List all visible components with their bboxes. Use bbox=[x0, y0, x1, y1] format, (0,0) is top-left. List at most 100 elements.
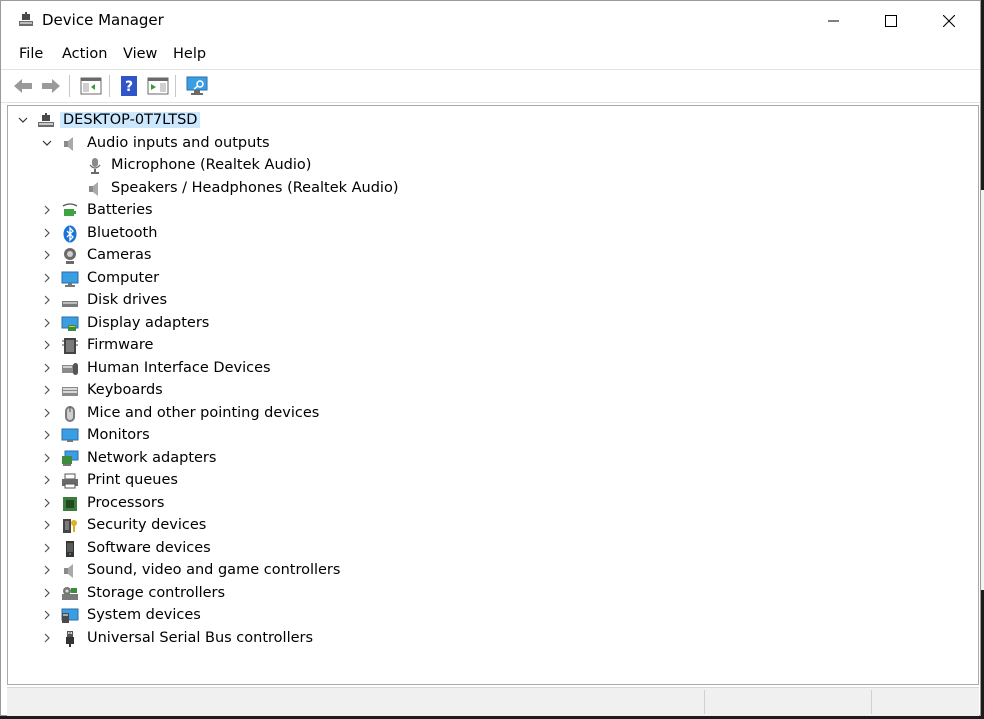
chevron-right-icon[interactable] bbox=[42, 633, 52, 643]
menu-action[interactable]: Action bbox=[62, 46, 107, 62]
forward-icon bbox=[42, 79, 60, 93]
toolbar-separator bbox=[175, 75, 176, 97]
status-divider bbox=[704, 690, 705, 714]
chevron-right-icon[interactable] bbox=[42, 295, 52, 305]
chevron-right-icon[interactable] bbox=[42, 430, 52, 440]
tree-item[interactable]: Human Interface Devices bbox=[8, 358, 978, 380]
menu-help[interactable]: Help bbox=[173, 46, 206, 62]
chevron-right-icon[interactable] bbox=[42, 205, 52, 215]
chevron-right-icon[interactable] bbox=[42, 273, 52, 283]
bluetooth-icon bbox=[63, 225, 77, 242]
chevron-right-icon[interactable] bbox=[42, 363, 52, 373]
menu-file[interactable]: File bbox=[19, 46, 43, 62]
tree-item[interactable]: Cameras bbox=[8, 245, 978, 267]
tree-item-audio[interactable]: Audio inputs and outputs bbox=[8, 133, 978, 155]
chevron-right-icon[interactable] bbox=[42, 250, 52, 260]
sound-icon bbox=[64, 564, 73, 578]
tree-item[interactable]: Bluetooth bbox=[8, 223, 978, 245]
firmware-icon bbox=[62, 338, 78, 354]
chevron-right-icon[interactable] bbox=[42, 565, 52, 575]
tree-item-label: Processors bbox=[87, 494, 165, 511]
menu-view[interactable]: View bbox=[123, 46, 157, 62]
device-manager-icon bbox=[19, 12, 33, 26]
tree-child-label: Speakers / Headphones (Realtek Audio) bbox=[111, 180, 399, 196]
tree-item[interactable]: Firmware bbox=[8, 335, 978, 357]
tree-item[interactable]: Computer bbox=[8, 268, 978, 290]
chevron-right-icon[interactable] bbox=[42, 318, 52, 328]
maximize-icon bbox=[885, 15, 897, 27]
toolbar-separator bbox=[69, 75, 70, 97]
chevron-down-icon[interactable] bbox=[42, 138, 52, 148]
tree-item[interactable]: Security devices bbox=[8, 515, 978, 537]
tree-item[interactable]: Network adapters bbox=[8, 448, 978, 470]
tree-child-label: Microphone (Realtek Audio) bbox=[111, 157, 312, 173]
chevron-right-icon[interactable] bbox=[42, 385, 52, 395]
tree-item[interactable]: Monitors bbox=[8, 425, 978, 447]
scan-hardware-button[interactable] bbox=[185, 74, 209, 98]
toolbar-separator bbox=[109, 75, 110, 97]
forward-button[interactable] bbox=[39, 74, 63, 98]
tree-item-label: Storage controllers bbox=[87, 584, 226, 601]
tree-item-label: Human Interface Devices bbox=[87, 359, 271, 376]
tree-root[interactable]: DESKTOP-0T7LTSD bbox=[8, 110, 978, 132]
chevron-right-icon[interactable] bbox=[42, 588, 52, 598]
software-device-icon bbox=[66, 540, 74, 557]
svg-text:?: ? bbox=[125, 79, 133, 95]
chevron-right-icon[interactable] bbox=[42, 228, 52, 238]
chevron-right-icon[interactable] bbox=[42, 543, 52, 553]
chevron-right-icon[interactable] bbox=[42, 408, 52, 418]
processor-icon bbox=[63, 496, 77, 511]
tree-item[interactable]: Print queues bbox=[8, 470, 978, 492]
title-bar[interactable]: Device Manager bbox=[1, 1, 980, 41]
chevron-right-icon[interactable] bbox=[42, 475, 52, 485]
hid-icon bbox=[62, 362, 78, 375]
tree-item[interactable]: Batteries bbox=[8, 200, 978, 222]
tree-item-label: Batteries bbox=[87, 202, 153, 218]
help-button[interactable]: ? bbox=[118, 74, 142, 98]
keyboard-icon bbox=[62, 387, 78, 396]
update-driver-button[interactable] bbox=[146, 74, 170, 98]
tree-item[interactable]: Processors bbox=[8, 493, 978, 515]
chevron-right-icon[interactable] bbox=[42, 340, 52, 350]
properties-icon bbox=[80, 77, 102, 95]
tree-item[interactable]: Keyboards bbox=[8, 380, 978, 402]
computer-icon bbox=[61, 271, 79, 287]
tree-item[interactable]: System devices bbox=[8, 605, 978, 627]
toolbar: ? bbox=[1, 69, 980, 103]
tree-item[interactable]: Storage controllers bbox=[8, 583, 978, 605]
tree-item[interactable]: Disk drives bbox=[8, 290, 978, 312]
tree-item-label: Display adapters bbox=[87, 314, 210, 331]
monitor-icon bbox=[61, 428, 79, 442]
computer-name[interactable]: DESKTOP-0T7LTSD bbox=[60, 112, 201, 128]
chevron-right-icon[interactable] bbox=[42, 520, 52, 530]
tree-item-label: Firmware bbox=[87, 337, 154, 353]
security-device-icon bbox=[63, 519, 77, 533]
device-tree[interactable]: DESKTOP-0T7LTSD Audio inputs and outputs… bbox=[7, 105, 979, 685]
tree-item[interactable]: Display adapters bbox=[8, 313, 978, 335]
tree-item-label: Cameras bbox=[87, 247, 152, 263]
update-driver-icon bbox=[147, 77, 169, 95]
tree-item[interactable]: Universal Serial Bus controllers bbox=[8, 628, 978, 650]
printer-icon bbox=[62, 473, 78, 489]
chevron-right-icon[interactable] bbox=[42, 498, 52, 508]
tree-item-label: Monitors bbox=[87, 427, 150, 443]
tree-item[interactable]: Mice and other pointing devices bbox=[8, 403, 978, 425]
minimize-button[interactable] bbox=[806, 1, 864, 41]
properties-button[interactable] bbox=[79, 74, 103, 98]
chevron-right-icon[interactable] bbox=[42, 610, 52, 620]
tree-item-label: Computer bbox=[87, 269, 160, 286]
tree-item[interactable]: Software devices bbox=[8, 538, 978, 560]
chevron-right-icon[interactable] bbox=[42, 453, 52, 463]
status-divider bbox=[871, 690, 872, 714]
minimize-icon bbox=[828, 20, 839, 22]
tree-child-item[interactable]: Speakers / Headphones (Realtek Audio) bbox=[8, 178, 978, 200]
tree-item-label: Disk drives bbox=[87, 292, 168, 308]
display-adapter-icon bbox=[61, 316, 79, 331]
tree-child-item[interactable]: Microphone (Realtek Audio) bbox=[8, 155, 978, 177]
chevron-down-icon[interactable] bbox=[18, 115, 28, 125]
close-button[interactable] bbox=[921, 1, 979, 41]
tree-item[interactable]: Sound, video and game controllers bbox=[8, 560, 978, 582]
back-button[interactable] bbox=[11, 74, 35, 98]
system-device-icon bbox=[61, 608, 79, 623]
maximize-button[interactable] bbox=[863, 1, 921, 41]
